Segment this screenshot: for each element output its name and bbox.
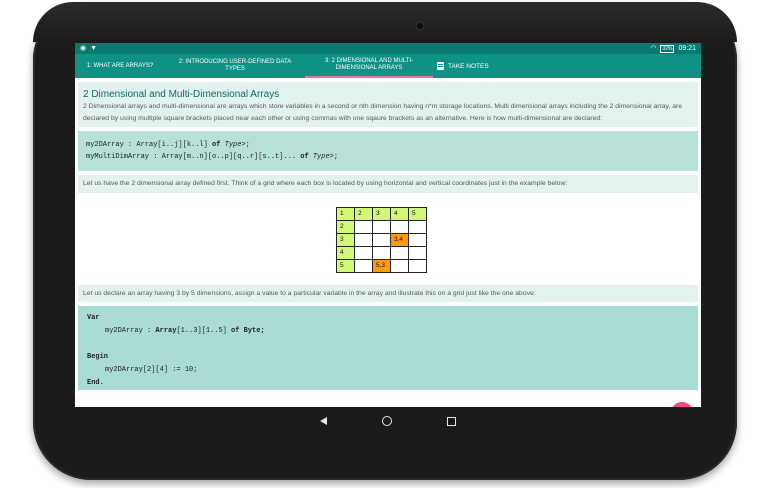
tab-take-notes[interactable]: TAKE NOTES [433, 54, 521, 78]
grid-cell [408, 245, 427, 260]
notes-icon [437, 62, 444, 70]
grid-cell: 2 [336, 219, 355, 234]
clock: 09:21 [678, 45, 696, 52]
grid-row: 2 [336, 219, 427, 234]
code-type: Type [220, 141, 242, 149]
grid-row: 1 2 3 4 5 [336, 206, 427, 221]
grid-cell: 5 [408, 206, 427, 221]
grid-cell [390, 258, 409, 273]
grid-cell [354, 232, 373, 247]
grid-cell: 3 [372, 206, 391, 221]
bezel [33, 2, 737, 42]
tab-multidimensional-arrays[interactable]: 3: 2 DIMENSIONAL AND MULTI-DIMENSIONAL A… [305, 54, 433, 78]
code-line-1: my2DArray : Array[i..j][k..l] of Type>; [86, 139, 690, 151]
declaration-code-block: my2DArray : Array[i..j][k..l] of Type>; … [78, 131, 698, 171]
array-grid: 1 2 3 4 5 2 3 3,4 4 5 5,3 [336, 206, 427, 273]
location-icon: ◉ [80, 45, 87, 52]
code-keyword: of [300, 153, 309, 161]
code-type: Byte; [239, 327, 265, 335]
status-left: ◉ ▼ [80, 43, 97, 54]
take-notes-label: TAKE NOTES [448, 62, 489, 70]
code-text: >; [329, 153, 339, 161]
lesson-content[interactable]: 2 Dimensional and Multi-Dimensional Arra… [75, 78, 701, 435]
home-icon[interactable] [382, 416, 392, 426]
code-blank [87, 338, 689, 351]
battery-indicator: 32% [660, 44, 675, 53]
grid-cell: 2 [354, 206, 373, 221]
wifi-icon: ◠ [650, 45, 657, 52]
code-text: : [142, 327, 156, 335]
front-camera [415, 21, 425, 31]
grid-row: 3 3,4 [336, 232, 427, 247]
grid-cell: 5 [336, 258, 355, 273]
notification-icon: ▼ [90, 45, 98, 52]
navigation-bar [75, 407, 701, 435]
grid-cell [390, 245, 409, 260]
grid-row: 5 5,3 [336, 258, 427, 273]
example-code-block: Var my2DArray : Array[1..3][1..5] of Byt… [78, 306, 698, 390]
grid-cell [354, 245, 373, 260]
grid-cell [372, 232, 391, 247]
declare-intro: Let us declare an array having 3 by 5 di… [78, 284, 698, 302]
grid-cell: 4 [336, 245, 355, 260]
tab-user-defined-types[interactable]: 2: INTRODUCING USER-DEFINED DATA TYPES [165, 54, 305, 78]
code-var: Var [87, 314, 100, 322]
code-text: : Array[m..n][o..p][q..r][s..t]... [149, 153, 301, 161]
code-declaration: my2DArray : Array[1..3][1..5] of Byte; [87, 325, 689, 338]
code-text: [2][4] := 10; [142, 366, 198, 374]
code-begin: Begin [87, 353, 109, 361]
code-text: >; [241, 141, 250, 149]
code-type: Type [308, 153, 330, 161]
grid-cell: 3 [336, 232, 355, 247]
grid-row: 4 [336, 245, 427, 260]
page-title: 2 Dimensional and Multi-Dimensional Arra… [83, 89, 280, 100]
grid-cell-highlight: 5,3 [372, 258, 391, 273]
code-identifier: myMultiDimArray [86, 153, 150, 161]
recent-apps-icon[interactable] [447, 416, 456, 426]
code-text: : Array[i..j][k..l] [123, 141, 213, 149]
grid-cell [408, 219, 427, 234]
grid-cell-highlight: 3,4 [390, 232, 409, 247]
status-right: ◠ 32% 09:21 [650, 43, 696, 54]
code-end: End. [87, 379, 104, 387]
grid-cell [354, 258, 373, 273]
code-keyword: Array [155, 327, 177, 335]
app-screen: ◉ ▼ ◠ 32% 09:21 1: WHAT ARE ARRAYS? 2: I… [75, 43, 701, 435]
code-text: [1..3][1..5] [176, 327, 232, 335]
grid-cell [390, 219, 409, 234]
grid-cell: 4 [390, 206, 409, 221]
tab-what-are-arrays[interactable]: 1: WHAT ARE ARRAYS? [75, 54, 165, 78]
grid-cell [354, 219, 373, 234]
code-line-2: myMultiDimArray : Array[m..n][o..p][q..r… [86, 151, 690, 163]
grid-cell [372, 245, 391, 260]
status-bar: ◉ ▼ ◠ 32% 09:21 [75, 43, 701, 54]
code-identifier: my2DArray [86, 141, 124, 149]
code-assignment: my2DArray[2][4] := 10; [87, 364, 689, 377]
code-identifier: my2DArray [105, 366, 143, 374]
grid-figure: 1 2 3 4 5 2 3 3,4 4 5 5,3 [78, 193, 698, 281]
grid-cell [372, 219, 391, 234]
code-identifier: my2DArray [105, 327, 143, 335]
grid-intro: Let us have the 2 dimensional array defi… [78, 175, 698, 193]
back-icon[interactable] [320, 417, 327, 425]
intro-text: 2 Dimensional arrays and multi-dimension… [83, 103, 683, 122]
intro-block: 2 Dimensional and Multi-Dimensional Arra… [78, 82, 698, 127]
grid-cell [408, 258, 427, 273]
grid-cell: 1 [336, 206, 355, 221]
tab-bar: 1: WHAT ARE ARRAYS? 2: INTRODUCING USER-… [75, 54, 701, 78]
grid-cell [408, 232, 427, 247]
